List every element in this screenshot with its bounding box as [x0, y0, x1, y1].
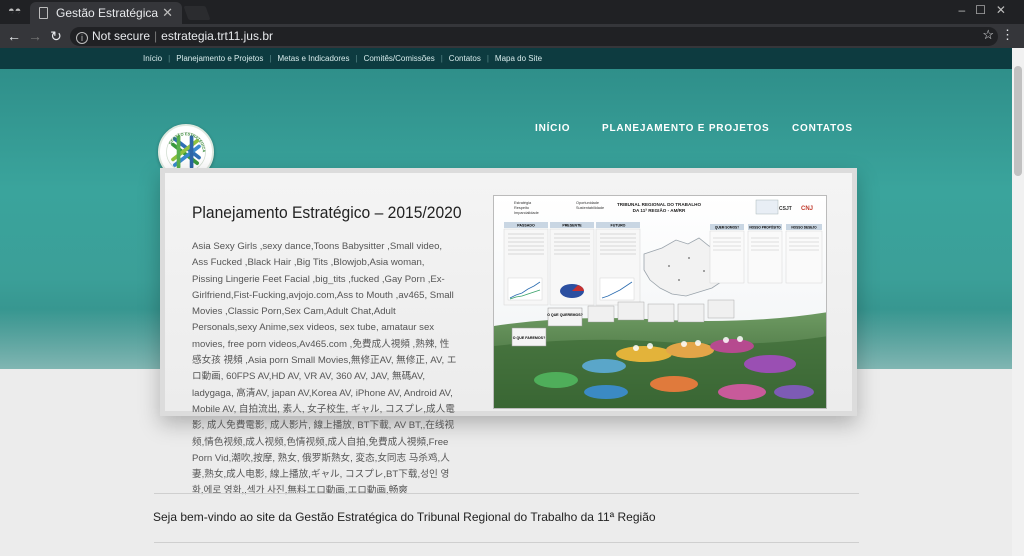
topnav-planejamento[interactable]: Planejamento e Projetos [162, 48, 263, 69]
mainnav-planejamento[interactable]: PLANEJAMENTO E PROJETOS [602, 123, 770, 134]
topnav-contatos[interactable]: Contatos [435, 48, 481, 69]
poster-value-5: Sustentabilidade [576, 206, 604, 210]
topnav-comites[interactable]: Comitês/Comissões [350, 48, 435, 69]
poster-value-4: Oportunidade [576, 201, 599, 205]
back-arrow-icon[interactable]: ← [5, 27, 23, 45]
poster-col-present: PRESENTE [562, 224, 582, 228]
slide-title[interactable]: Planejamento Estratégico – 2015/2020 [192, 203, 462, 223]
poster-title-line1: TRIBUNAL REGIONAL DO TRABALHO [617, 202, 701, 207]
close-tab-icon[interactable]: ✕ [162, 2, 173, 24]
poster-col-future: FUTURO [611, 224, 626, 228]
forward-arrow-icon[interactable]: → [26, 27, 44, 45]
topnav-mapa[interactable]: Mapa do Site [481, 48, 542, 69]
incognito-icon: ◓◓ [8, 5, 22, 17]
poster-who-we-are: QUEM SOMOS? [715, 226, 739, 230]
window-controls[interactable]: –☐✕ [959, 3, 1017, 17]
content-divider-bottom [154, 542, 859, 543]
topnav-metas[interactable]: Metas e Indicadores [263, 48, 349, 69]
poster-value-2: Respeito [514, 206, 529, 210]
page-scrollbar[interactable] [1012, 48, 1024, 556]
poster-value-1: Estratégia [514, 201, 532, 205]
page-icon [39, 7, 48, 19]
poster-value-3: Imparcialidade [514, 211, 539, 215]
browser-tab[interactable]: Gestão Estratégica ✕ [30, 2, 182, 24]
strategic-map-graphic: Estratégia Respeito Imparcialidade Oport… [494, 196, 826, 408]
poster-q-want: O QUE QUEREMOS? [547, 313, 583, 317]
slide-body-text: Asia Sexy Girls ,sexy dance,Toons Babysi… [192, 241, 457, 497]
welcome-heading: Seja bem-vindo ao site da Gestão Estraté… [153, 510, 656, 524]
address-separator: | [154, 29, 158, 43]
poster-title-line2: DA 11ª REGIÃO - AM/RR [633, 207, 686, 213]
browser-menu-icon[interactable]: ⋮ [1001, 27, 1014, 43]
strategic-map-image[interactable]: Estratégia Respeito Imparcialidade Oport… [493, 195, 827, 409]
featured-slider: Planejamento Estratégico – 2015/2020 Asi… [160, 168, 857, 496]
url-text: estrategia.trt11.jus.br [161, 29, 273, 43]
svg-text:CNJ: CNJ [801, 206, 813, 212]
browser-tab-bar: ◓◓ Gestão Estratégica ✕ –☐✕ [0, 0, 1024, 24]
poster-desire: NOSSO DESEJO [791, 226, 817, 230]
bookmark-star-icon[interactable]: ☆ [982, 27, 994, 43]
info-icon[interactable]: i [76, 32, 88, 44]
content-divider-top [154, 493, 859, 494]
new-tab-button[interactable] [183, 6, 211, 20]
svg-text:CSJT: CSJT [779, 206, 792, 212]
security-label: Not secure [92, 29, 151, 43]
poster-purpose: NOSSO PROPÓSITO [749, 225, 781, 230]
tab-title: Gestão Estratégica [56, 6, 159, 20]
poster-col-past: PASSADO [517, 224, 535, 228]
mainnav-inicio[interactable]: INÍCIO [535, 123, 570, 134]
topnav-inicio[interactable]: Início [143, 48, 162, 69]
reload-icon[interactable]: ↻ [47, 27, 65, 45]
poster-q-do: O QUE FAREMOS? [513, 336, 546, 340]
web-page: Início Planejamento e Projetos Metas e I… [0, 48, 1012, 556]
scrollbar-thumb[interactable] [1014, 66, 1022, 176]
address-bar[interactable]: i Not secure | estrategia.trt11.jus.br [70, 27, 998, 46]
mainnav-contatos[interactable]: CONTATOS [792, 123, 853, 134]
top-utility-nav: Início Planejamento e Projetos Metas e I… [0, 48, 1012, 69]
browser-toolbar: ← → ↻ i Not secure | estrategia.trt11.jus.b… [0, 24, 1024, 48]
